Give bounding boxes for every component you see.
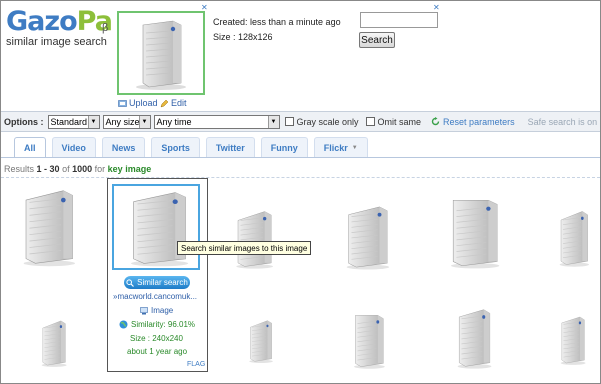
- search-input[interactable]: [360, 12, 438, 28]
- tab-flickr[interactable]: Flickr ▼: [313, 137, 368, 157]
- edit-link[interactable]: Edit: [160, 98, 187, 108]
- grayscale-checkbox[interactable]: [284, 117, 294, 126]
- logo-beta: β: [102, 22, 109, 34]
- upload-label: Upload: [129, 98, 158, 108]
- search-button[interactable]: Search: [359, 32, 395, 48]
- tab-divider: [1, 157, 600, 158]
- hard-drive-icon: [560, 316, 586, 365]
- created-text: Created: less than a minute ago: [213, 17, 341, 27]
- grayscale-label: Gray scale only: [296, 116, 359, 127]
- result-thumbnail[interactable]: [337, 203, 395, 271]
- results-range: 1 - 30: [36, 164, 60, 174]
- logo-part1: Gazo: [6, 6, 78, 37]
- source-link[interactable]: »macworld.cancomuk...: [113, 292, 197, 301]
- result-thumbnail[interactable]: [555, 314, 589, 366]
- hard-drive-icon: [249, 320, 273, 364]
- hard-drive-icon: [41, 320, 67, 367]
- pencil-icon: [160, 99, 169, 107]
- result-thumbnail[interactable]: [36, 318, 70, 368]
- hard-drive-icon: [346, 206, 390, 270]
- hard-drive-icon: [457, 309, 492, 369]
- tab-all[interactable]: All: [14, 137, 46, 157]
- tab-twitter[interactable]: Twitter: [205, 137, 255, 157]
- chevron-down-icon: ▼: [138, 115, 150, 128]
- chevron-down-icon: ▼: [87, 115, 99, 128]
- upload-icon: [118, 99, 127, 107]
- options-label: Options :: [4, 116, 44, 127]
- tab-funny[interactable]: Funny: [260, 137, 308, 157]
- globe-icon: [119, 320, 128, 329]
- tab-news[interactable]: News: [101, 137, 146, 157]
- result-thumbnail[interactable]: [450, 306, 496, 370]
- size-text: Size : 128x126: [213, 32, 273, 42]
- similarity-score: Similarity: 96.01%: [119, 320, 195, 329]
- size-select[interactable]: Any size ▼: [102, 114, 151, 129]
- result-thumbnail[interactable]: [553, 208, 593, 268]
- result-thumbnail[interactable]: [228, 208, 278, 270]
- hard-drive-icon: [559, 211, 589, 267]
- type-select[interactable]: Standard ▼: [47, 114, 100, 129]
- result-thumbnail[interactable]: [12, 186, 82, 268]
- omit-same-label: Omit same: [377, 116, 422, 127]
- hard-drive-icon: [136, 20, 186, 90]
- result-thumbnail[interactable]: [244, 318, 276, 364]
- results-total: 1000: [72, 164, 93, 174]
- chevron-down-icon: ▼: [267, 115, 279, 128]
- result-size: Size : 240x240: [130, 334, 183, 343]
- omit-same-checkbox[interactable]: [365, 117, 375, 126]
- image-icon: [140, 306, 148, 314]
- hard-drive-icon: [354, 315, 385, 369]
- flag-link[interactable]: FLAG: [187, 361, 205, 368]
- category-tabs: All Video News Sports Twitter Funny Flic…: [14, 137, 368, 157]
- window-frame: [0, 0, 601, 384]
- magnifier-icon: [126, 278, 135, 287]
- chevron-down-icon: ▼: [351, 144, 358, 151]
- grayscale-option[interactable]: Gray scale only: [284, 116, 359, 127]
- ad-close-icon[interactable]: ✕: [201, 3, 208, 12]
- result-thumbnail[interactable]: [347, 312, 389, 370]
- result-thumbnail[interactable]: [440, 196, 506, 270]
- refresh-icon: [431, 117, 440, 126]
- upload-link[interactable]: Upload: [118, 98, 158, 108]
- results-divider: [1, 177, 600, 178]
- thumbnail-tooltip: Search similar images to this image: [177, 241, 312, 255]
- hard-drive-icon: [236, 211, 273, 269]
- tab-video[interactable]: Video: [51, 137, 96, 157]
- logo-tagline: similar image search: [6, 36, 107, 48]
- hard-drive-icon: [23, 190, 75, 267]
- image-link[interactable]: Image: [140, 306, 173, 315]
- results-keyword: key image: [107, 164, 152, 174]
- options-bar: Options : Standard ▼ Any size ▼ Any time ▼ …: [1, 111, 600, 132]
- ad-close-icon[interactable]: ✕: [433, 3, 440, 12]
- hard-drive-icon: [451, 199, 500, 269]
- query-image[interactable]: [117, 11, 205, 95]
- omit-same-option[interactable]: Omit same: [365, 116, 422, 127]
- gazopa-logo[interactable]: GazoPa β similar image search: [6, 6, 113, 49]
- query-meta: Created: less than a minute ago Size : 1…: [213, 15, 341, 45]
- edit-label: Edit: [171, 98, 187, 108]
- result-thumbnail-highlighted[interactable]: [112, 184, 200, 270]
- safe-search-status[interactable]: Safe search is on: [528, 117, 598, 127]
- tab-sports[interactable]: Sports: [151, 137, 200, 157]
- results-summary: Results 1 - 30 of 1000 for key image: [4, 164, 152, 174]
- time-select[interactable]: Any time ▼: [153, 114, 280, 129]
- result-age: about 1 year ago: [127, 347, 188, 356]
- reset-parameters-link[interactable]: Reset parameters: [431, 117, 515, 127]
- similar-search-button[interactable]: Similar search: [124, 276, 190, 289]
